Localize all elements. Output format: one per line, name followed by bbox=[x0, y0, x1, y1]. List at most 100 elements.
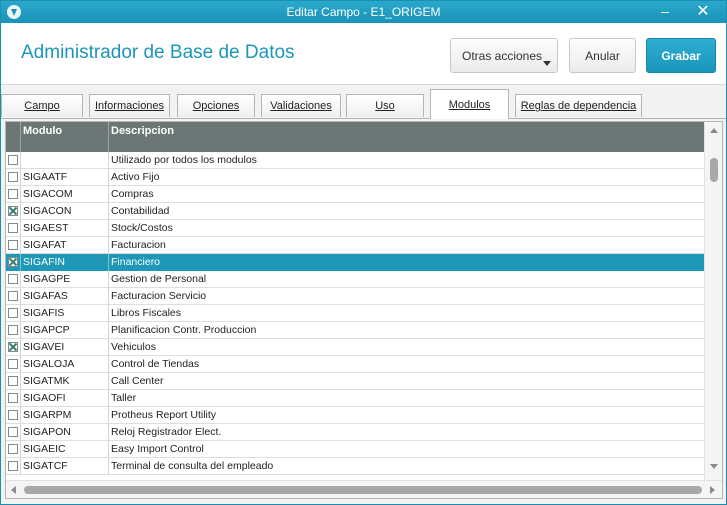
table-row[interactable]: SIGAFAT Facturacion bbox=[6, 237, 704, 254]
modules-grid: Modulo Descripcion Utilizado por todos l… bbox=[5, 121, 723, 499]
cancel-button[interactable]: Anular bbox=[569, 38, 636, 73]
horizontal-scrollbar[interactable] bbox=[6, 480, 722, 498]
row-checkbox-cell[interactable] bbox=[6, 254, 21, 271]
row-checkbox[interactable] bbox=[8, 257, 18, 267]
row-checkbox[interactable] bbox=[8, 342, 18, 352]
row-checkbox[interactable] bbox=[8, 325, 18, 335]
table-row[interactable]: SIGAFAS Facturacion Servicio bbox=[6, 288, 704, 305]
row-checkbox-cell[interactable] bbox=[6, 237, 21, 254]
table-row[interactable]: SIGAATF Activo Fijo bbox=[6, 169, 704, 186]
row-checkbox[interactable] bbox=[8, 155, 18, 165]
row-checkbox-cell[interactable] bbox=[6, 373, 21, 390]
tab-validaciones[interactable]: Validaciones bbox=[261, 94, 341, 117]
close-button[interactable]: ✕ bbox=[682, 1, 724, 21]
module-code-cell: SIGAPON bbox=[21, 424, 109, 441]
row-checkbox[interactable] bbox=[8, 376, 18, 386]
row-checkbox[interactable] bbox=[8, 444, 18, 454]
tab-campo[interactable]: Campo bbox=[1, 94, 83, 117]
module-code-cell: SIGAFIN bbox=[21, 254, 109, 271]
row-checkbox-cell[interactable] bbox=[6, 186, 21, 203]
module-description-cell: Facturacion bbox=[111, 239, 166, 251]
table-row[interactable]: SIGAEST Stock/Costos bbox=[6, 220, 704, 237]
row-checkbox-cell[interactable] bbox=[6, 305, 21, 322]
row-checkbox-cell[interactable] bbox=[6, 152, 21, 169]
row-checkbox-cell[interactable] bbox=[6, 271, 21, 288]
row-checkbox[interactable] bbox=[8, 172, 18, 182]
row-checkbox[interactable] bbox=[8, 410, 18, 420]
row-checkbox[interactable] bbox=[8, 206, 18, 216]
table-row[interactable]: Utilizado por todos los modulos bbox=[6, 152, 704, 169]
column-header-module[interactable]: Modulo bbox=[21, 122, 109, 152]
row-checkbox[interactable] bbox=[8, 189, 18, 199]
row-checkbox-cell[interactable] bbox=[6, 322, 21, 339]
table-row[interactable]: SIGATMK Call Center bbox=[6, 373, 704, 390]
scroll-right-icon[interactable] bbox=[710, 486, 715, 494]
table-row[interactable]: SIGAPON Reloj Registrador Elect. bbox=[6, 424, 704, 441]
row-checkbox[interactable] bbox=[8, 427, 18, 437]
row-checkbox-cell[interactable] bbox=[6, 339, 21, 356]
table-row[interactable]: SIGATCF Terminal de consulta del empleado bbox=[6, 458, 704, 475]
table-row[interactable]: SIGAEIC Easy Import Control bbox=[6, 441, 704, 458]
table-row[interactable]: SIGAFIS Libros Fiscales bbox=[6, 305, 704, 322]
module-code-cell: SIGAFAT bbox=[21, 237, 109, 254]
row-checkbox-cell[interactable] bbox=[6, 220, 21, 237]
row-checkbox-cell[interactable] bbox=[6, 288, 21, 305]
row-checkbox-cell[interactable] bbox=[6, 407, 21, 424]
module-code-cell: SIGATCF bbox=[21, 458, 109, 475]
row-checkbox[interactable] bbox=[8, 291, 18, 301]
module-code-cell: SIGACON bbox=[21, 203, 109, 220]
vertical-scroll-thumb[interactable] bbox=[710, 158, 718, 182]
scroll-down-icon[interactable] bbox=[710, 464, 718, 469]
row-checkbox-cell[interactable] bbox=[6, 169, 21, 186]
module-description-cell: Contabilidad bbox=[111, 205, 170, 217]
table-row[interactable]: SIGAGPE Gestion de Personal bbox=[6, 271, 704, 288]
table-row[interactable]: SIGACON Contabilidad bbox=[6, 203, 704, 220]
module-description-cell: Taller bbox=[111, 392, 137, 404]
horizontal-scroll-thumb[interactable] bbox=[24, 486, 702, 494]
table-row[interactable]: SIGAFIN Financiero bbox=[6, 254, 704, 271]
row-checkbox[interactable] bbox=[8, 393, 18, 403]
module-code-cell: SIGATMK bbox=[21, 373, 109, 390]
row-checkbox-cell[interactable] bbox=[6, 356, 21, 373]
row-checkbox[interactable] bbox=[8, 240, 18, 250]
column-header-description[interactable]: Descripcion bbox=[109, 122, 704, 152]
module-code-cell bbox=[21, 152, 109, 169]
tab-bar: Campo Informaciones Opciones Validacione… bbox=[1, 85, 726, 119]
minimize-button[interactable]: – bbox=[652, 1, 678, 21]
tab-uso[interactable]: Uso bbox=[346, 94, 424, 117]
module-description-cell: Control de Tiendas bbox=[111, 358, 200, 370]
row-checkbox-cell[interactable] bbox=[6, 458, 21, 475]
table-row[interactable]: SIGARPM Protheus Report Utility bbox=[6, 407, 704, 424]
row-checkbox-cell[interactable] bbox=[6, 203, 21, 220]
row-checkbox[interactable] bbox=[8, 359, 18, 369]
scroll-left-icon[interactable] bbox=[11, 486, 16, 494]
table-row[interactable]: SIGALOJA Control de Tiendas bbox=[6, 356, 704, 373]
table-row[interactable]: SIGAOFI Taller bbox=[6, 390, 704, 407]
save-button[interactable]: Grabar bbox=[646, 38, 716, 73]
tab-opciones[interactable]: Opciones bbox=[177, 94, 255, 117]
row-checkbox[interactable] bbox=[8, 461, 18, 471]
row-checkbox-cell[interactable] bbox=[6, 441, 21, 458]
table-row[interactable]: SIGAPCP Planificacion Contr. Produccion bbox=[6, 322, 704, 339]
row-checkbox-cell[interactable] bbox=[6, 390, 21, 407]
row-checkbox[interactable] bbox=[8, 308, 18, 318]
row-checkbox[interactable] bbox=[8, 274, 18, 284]
more-actions-button[interactable]: Otras acciones bbox=[450, 38, 558, 73]
scroll-up-icon[interactable] bbox=[710, 128, 718, 133]
module-description-cell: Stock/Costos bbox=[111, 222, 173, 234]
page-header: Administrador de Base de Datos Otras acc… bbox=[1, 23, 726, 85]
table-row[interactable]: SIGACOM Compras bbox=[6, 186, 704, 203]
tab-informaciones[interactable]: Informaciones bbox=[89, 94, 170, 117]
row-checkbox-cell[interactable] bbox=[6, 424, 21, 441]
tab-modulos[interactable]: Modulos bbox=[430, 89, 509, 119]
module-description-cell: Utilizado por todos los modulos bbox=[111, 154, 257, 166]
module-description-cell: Planificacion Contr. Produccion bbox=[111, 324, 257, 336]
table-row[interactable]: SIGAVEI Vehiculos bbox=[6, 339, 704, 356]
title-bar[interactable]: Editar Campo - E1_ORIGEM – ✕ bbox=[1, 1, 726, 23]
module-description-cell: Call Center bbox=[111, 375, 164, 387]
vertical-scrollbar[interactable] bbox=[704, 122, 722, 480]
module-description-cell: Gestion de Personal bbox=[111, 273, 207, 285]
row-checkbox[interactable] bbox=[8, 223, 18, 233]
tab-reglas-de-dependencia[interactable]: Reglas de dependencia bbox=[515, 94, 642, 117]
select-column-header[interactable] bbox=[6, 122, 21, 152]
